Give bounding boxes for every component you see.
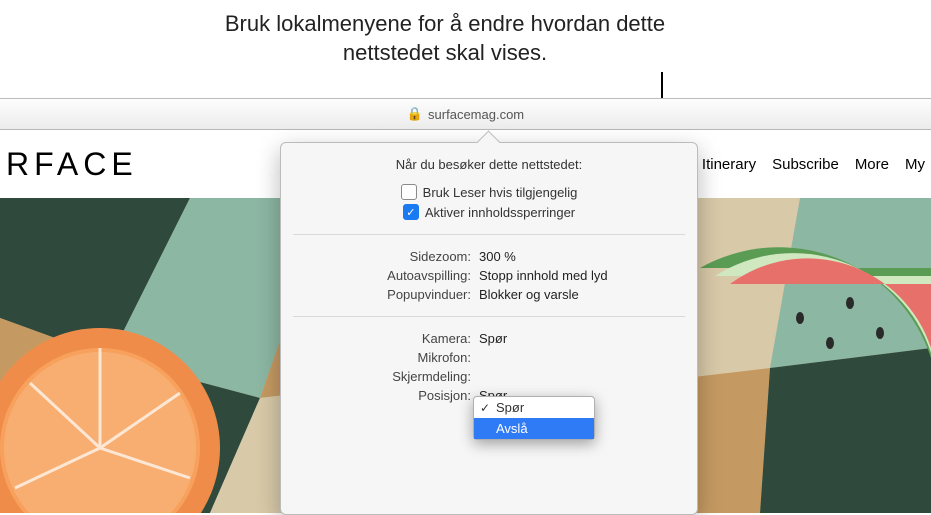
reader-checkbox-label: Bruk Leser hvis tilgjengelig [423,185,578,200]
browser-window: 🔒 surfacemag.com RFACE Itinerary Subscri… [0,98,931,512]
location-label: Posisjon: [293,388,479,403]
site-nav: Itinerary Subscribe More My [702,156,925,173]
permission-dropdown-open[interactable]: ✓ Spør Avslå [473,396,595,440]
page-zoom-label: Sidezoom: [293,249,479,264]
divider [293,316,685,317]
dropdown-option-label: Spør [496,400,524,415]
content-blockers-checkbox[interactable]: ✓ [403,204,419,220]
page-content: RFACE Itinerary Subscribe More My [0,130,931,513]
dropdown-option-label: Avslå [496,421,528,436]
nav-my[interactable]: My [905,156,925,173]
site-logo: RFACE [6,146,138,183]
divider [293,234,685,235]
camera-value[interactable]: Spør [479,331,507,346]
page-zoom-value[interactable]: 300 % [479,249,516,264]
dropdown-option-ask[interactable]: ✓ Spør [474,397,594,418]
nav-subscribe[interactable]: Subscribe [772,156,839,173]
camera-label: Kamera: [293,331,479,346]
content-blockers-checkbox-label: Aktiver innholdssperringer [425,205,575,220]
address-bar[interactable]: 🔒 surfacemag.com [0,99,931,130]
popover-title: Når du besøker dette nettstedet: [293,157,685,172]
nav-more[interactable]: More [855,156,889,173]
dropdown-option-deny[interactable]: Avslå [474,418,594,439]
reader-checkbox-row[interactable]: Bruk Leser hvis tilgjengelig [293,184,685,200]
popups-label: Popupvinduer: [293,287,479,302]
reader-checkbox[interactable] [401,184,417,200]
content-blockers-checkbox-row[interactable]: ✓ Aktiver innholdssperringer [293,204,685,220]
help-caption: Bruk lokalmenyene for å endre hvordan de… [175,10,715,67]
popups-value[interactable]: Blokker og varsle [479,287,579,302]
autoplay-value[interactable]: Stopp innhold med lyd [479,268,608,283]
microphone-label: Mikrofon: [293,350,479,365]
address-domain: surfacemag.com [428,107,524,122]
website-settings-popover: Når du besøker dette nettstedet: Bruk Le… [280,142,698,515]
nav-itinerary[interactable]: Itinerary [702,156,756,173]
lock-icon: 🔒 [407,106,423,122]
check-icon: ✓ [480,401,490,415]
screen-sharing-label: Skjermdeling: [293,369,479,384]
autoplay-label: Autoavspilling: [293,268,479,283]
